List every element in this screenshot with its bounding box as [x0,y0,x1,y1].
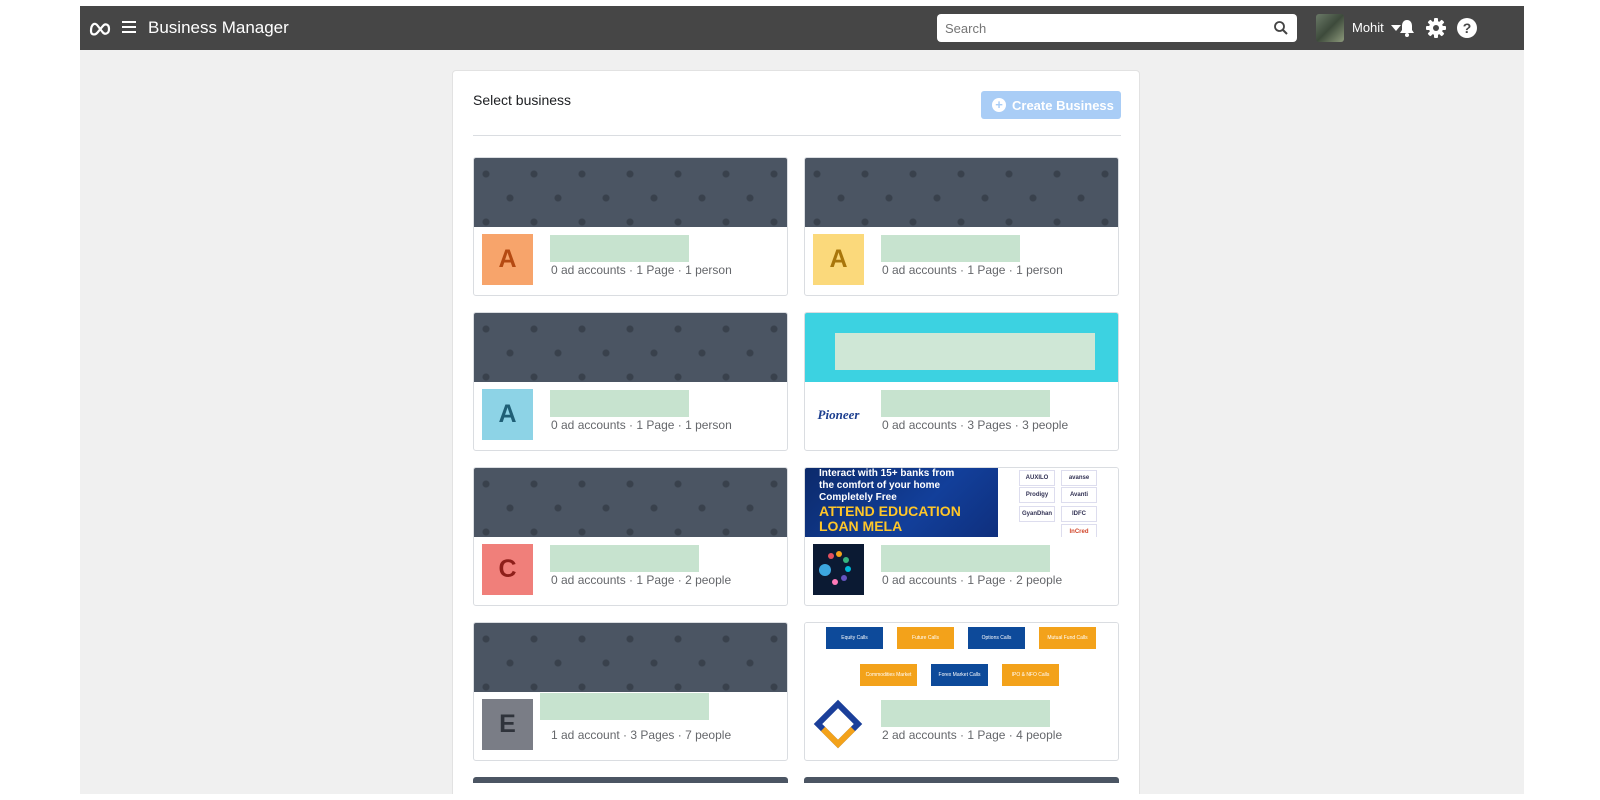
tile: Mutual Fund Calls [1039,627,1096,649]
business-card[interactable]: Equity Calls Future Calls Options Calls … [804,622,1119,761]
banner-text: Interact with 15+ banks from the comfort… [819,468,955,503]
business-name-redacted [540,693,709,720]
business-cover [474,468,787,537]
business-card[interactable]: C 0 ad accounts · 1 Page · 2 people [473,467,788,606]
business-logo: A [482,389,533,440]
business-cover [805,313,1118,382]
bank-logo: AUXILO [1019,470,1055,486]
tile: Forex Market Calls [931,664,988,686]
business-name-redacted [881,390,1050,417]
business-cover [805,158,1118,227]
business-logo: A [482,234,533,285]
plus-circle-icon: + [992,98,1006,112]
business-card[interactable]: A 0 ad accounts · 1 Page · 1 person [473,157,788,296]
gear-icon[interactable] [1425,17,1447,39]
avatar[interactable] [1316,14,1344,42]
business-card-peek[interactable] [473,777,788,783]
business-cover [474,623,787,692]
business-card-peek[interactable] [804,777,1119,783]
business-logo: C [482,544,533,595]
search-input[interactable] [937,14,1273,42]
cover-redacted [835,333,1095,370]
divider [473,135,1121,136]
business-card[interactable]: A 0 ad accounts · 1 Page · 1 person [473,312,788,451]
tile: Options Calls [968,627,1025,649]
bell-icon[interactable] [1396,17,1418,39]
business-name-redacted [881,545,1050,572]
bank-logo: Prodigy [1019,487,1055,503]
select-business-panel: Select business + Create Business A 0 ad… [452,70,1140,794]
business-stats: 0 ad accounts · 1 Page · 1 person [551,418,732,432]
bank-logo: InCred [1061,524,1097,537]
business-stats: 1 ad account · 3 Pages · 7 people [551,728,732,742]
tile: Future Calls [897,627,954,649]
business-cover: Equity Calls Future Calls Options Calls … [805,623,1118,692]
business-stats: 0 ad accounts · 1 Page · 1 person [882,263,1063,277]
meta-logo-icon[interactable] [88,16,112,40]
business-stats: 0 ad accounts · 1 Page · 2 people [882,573,1063,587]
business-cover [474,158,787,227]
search-box[interactable] [937,14,1297,42]
tile: IPO & NFO Calls [1002,664,1059,686]
app-title[interactable]: Business Manager [148,18,289,38]
tile: Equity Calls [826,627,883,649]
user-name[interactable]: Mohit [1352,20,1384,35]
create-business-label: Create Business [1012,98,1114,113]
create-business-button[interactable]: + Create Business [981,91,1121,119]
business-name-redacted [881,700,1050,727]
business-cover: Interact with 15+ banks from the comfort… [805,468,1118,537]
business-card[interactable]: Pioneer 0 ad accounts · 3 Pages · 3 peop… [804,312,1119,451]
business-logo: E [482,699,533,750]
business-stats: 0 ad accounts · 1 Page · 2 people [551,573,732,587]
business-cover [474,313,787,382]
pioneer-logo: Pioneer [813,389,864,440]
bank-logo: GyanDhan [1019,506,1055,522]
business-name-redacted [550,235,689,262]
hamburger-menu-icon[interactable] [122,18,136,38]
bank-logo: IDFC [1061,506,1097,522]
top-bar: Business Manager Mohit [80,6,1524,50]
business-stats: 0 ad accounts · 3 Pages · 3 people [882,418,1069,432]
loan-banner: Interact with 15+ banks from the comfort… [805,468,998,537]
svg-text:?: ? [1463,20,1472,36]
business-name-redacted [550,390,689,417]
panel-title: Select business [473,92,572,108]
business-card[interactable]: Interact with 15+ banks from the comfort… [804,467,1119,606]
banner-headline: ATTEND EDUCATION LOAN MELA [819,503,961,534]
diamond-logo [813,699,864,750]
bank-logo: Avanti [1061,487,1097,503]
help-icon[interactable]: ? [1456,17,1478,39]
business-manager-app: Business Manager Mohit [80,6,1524,794]
tile: Commodities Market Calls [860,664,917,686]
business-card[interactable]: E 1 ad account · 3 Pages · 7 people [473,622,788,761]
business-card[interactable]: A 0 ad accounts · 1 Page · 1 person [804,157,1119,296]
bank-logo: avanse [1061,470,1097,486]
business-name-redacted [550,545,699,572]
business-logo: A [813,234,864,285]
colorful-dots-logo [813,544,864,595]
business-stats: 0 ad accounts · 1 Page · 1 person [551,263,732,277]
search-icon[interactable] [1273,20,1289,36]
business-stats: 2 ad accounts · 1 Page · 4 people [882,728,1063,742]
business-name-redacted [881,235,1020,262]
